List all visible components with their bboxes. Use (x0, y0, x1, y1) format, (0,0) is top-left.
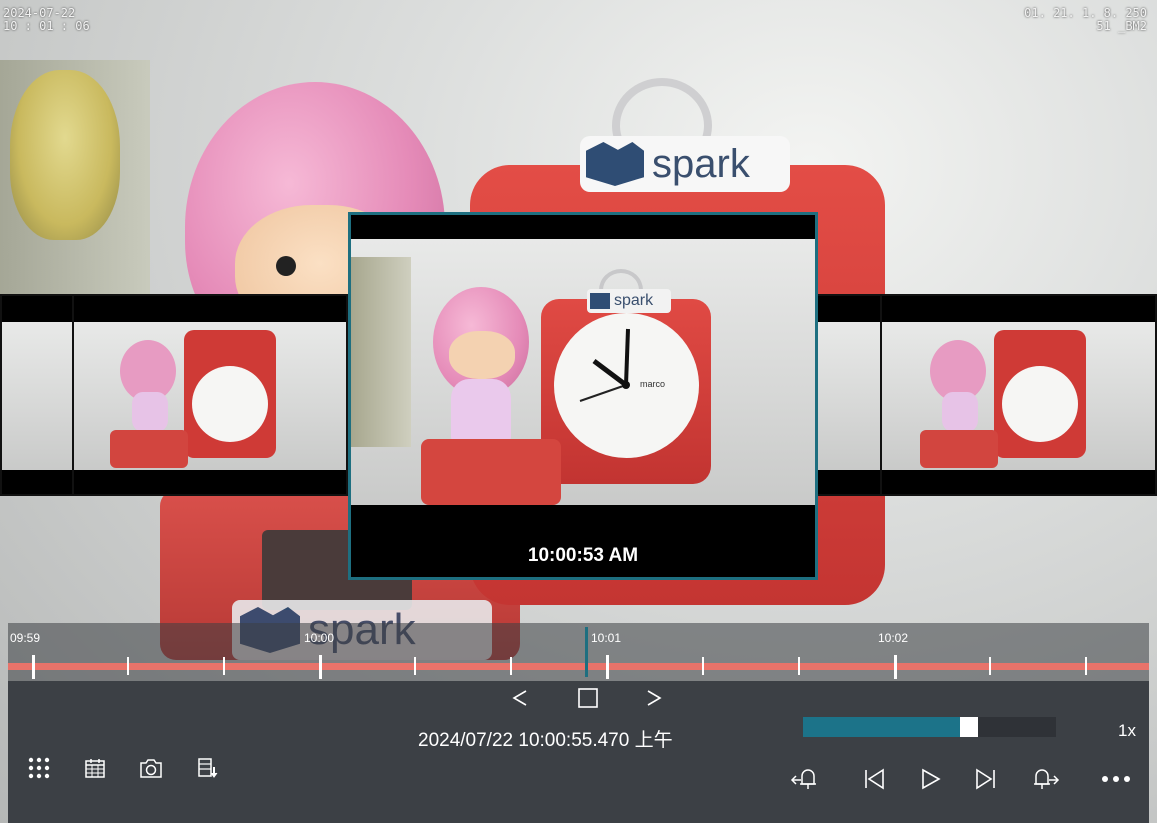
grid-icon (28, 757, 50, 779)
background-cat-figure (10, 70, 120, 240)
brand-logo-mark (586, 142, 644, 186)
export-clip-icon (198, 758, 218, 778)
timeline-playhead[interactable] (585, 627, 588, 677)
thumbnail-frame (814, 322, 884, 470)
thumbnail-current[interactable]: marco spark 10:00:53 AM (348, 212, 818, 580)
export-clip-button[interactable] (190, 751, 224, 785)
chevron-right-icon (647, 690, 662, 706)
playback-window: spark spark 2024-07-22 10 : 01 : 06 01. … (0, 0, 1157, 823)
chevron-left-icon (512, 690, 527, 706)
layout-grid-button[interactable] (22, 751, 56, 785)
timeline-minor-tick (414, 657, 416, 675)
brand-logo: spark (580, 136, 790, 192)
next-event-icon (1034, 769, 1060, 789)
preview-shelf (351, 257, 411, 447)
thumb-clock-face (192, 366, 268, 442)
timeline-label: 10:01 (591, 631, 622, 645)
thumb-clock-face (1002, 366, 1078, 442)
skip-forward-button[interactable] (968, 761, 1004, 797)
next-event-button[interactable] (1024, 761, 1064, 797)
timeline-minor-tick (1085, 657, 1087, 675)
skip-back-icon (865, 768, 884, 790)
osd-timestamp: 2024-07-22 10 : 01 : 06 (3, 7, 90, 33)
timeline-minor-tick (989, 657, 991, 675)
osd-time: 10 : 01 : 06 (3, 19, 90, 33)
playback-datetime: 2024/07/22 10:00:55.470 上午 (418, 730, 673, 751)
brand-logo-text: spark (652, 141, 750, 186)
camera-icon (140, 759, 162, 778)
calendar-button[interactable] (78, 751, 112, 785)
speed-slider-fill (803, 717, 960, 737)
play-button[interactable] (912, 761, 948, 797)
skip-back-button[interactable] (856, 761, 892, 797)
skip-forward-icon (976, 768, 995, 790)
thumb-base (920, 430, 998, 468)
next-frame-button[interactable] (638, 683, 670, 713)
osd-ip: 01. 21. 1. 8. 250 (1024, 6, 1147, 20)
thumb-base (110, 430, 188, 468)
timeline-minor-tick (510, 657, 512, 675)
calendar-icon (85, 759, 105, 778)
thumbnail-frame (2, 322, 72, 470)
preview-time-label: 10:00:53 AM (527, 545, 639, 566)
thumbnail-frame (74, 322, 346, 470)
prev-frame-button[interactable] (504, 683, 536, 713)
more-icon (1102, 776, 1130, 782)
preview-logo: spark (587, 289, 671, 313)
timeline-minor-tick (798, 657, 800, 675)
osd-camera-name: 51 _BM2 (1096, 19, 1147, 33)
thumb-doll-body (132, 392, 168, 432)
timeline-label: 09:59 (10, 631, 41, 645)
playback-speed-label: 1x (1118, 721, 1136, 740)
stop-icon (578, 688, 598, 708)
thumbnail-frame: marco spark (351, 239, 815, 505)
timeline-major-tick (319, 655, 322, 679)
timeline-major-tick (606, 655, 609, 679)
preview-logo-mark (590, 293, 610, 309)
more-options-button[interactable] (1094, 763, 1138, 795)
osd-date: 2024-07-22 (3, 6, 76, 20)
preview-doll-face (449, 331, 515, 379)
thumbnail-next[interactable] (880, 294, 1157, 496)
thumbnail-prev-edge[interactable] (0, 294, 74, 496)
preview-logo-text: spark (614, 292, 654, 309)
preview-red-base (421, 439, 561, 505)
preview-clock-hands (579, 328, 630, 402)
thumbnail-prev[interactable] (72, 294, 348, 496)
preview-clock-face: marco (554, 313, 699, 458)
playback-control-panel: 2024/07/22 10:00:55.470 上午 1x (8, 681, 1149, 823)
timeline-minor-tick (223, 657, 225, 675)
prev-event-button[interactable] (786, 761, 826, 797)
timeline-major-tick (894, 655, 897, 679)
timeline-minor-tick (127, 657, 129, 675)
doll-eye (276, 256, 296, 276)
timeline-minor-tick (702, 657, 704, 675)
preview-clock-brand: marco (640, 379, 666, 389)
thumbnail-next-edge[interactable] (812, 294, 886, 496)
thumb-doll-body (942, 392, 978, 432)
timeline-label: 10:02 (878, 631, 909, 645)
osd-camera-info: 01. 21. 1. 8. 250 51 _BM2 (1024, 7, 1147, 33)
speed-slider-thumb[interactable] (960, 717, 978, 737)
thumbnail-frame (882, 322, 1155, 470)
snapshot-button[interactable] (134, 751, 168, 785)
play-icon (922, 768, 941, 790)
timeline-recording-bar[interactable] (8, 663, 1149, 670)
timeline-major-tick (32, 655, 35, 679)
playback-speed-slider[interactable] (803, 717, 1056, 737)
timeline[interactable]: 09:59 10:00 10:01 10:02 (8, 623, 1149, 681)
stop-button[interactable] (572, 683, 604, 713)
preview-doll-body (451, 379, 511, 443)
timeline-label: 10:00 (304, 631, 335, 645)
prev-event-icon (790, 769, 816, 789)
